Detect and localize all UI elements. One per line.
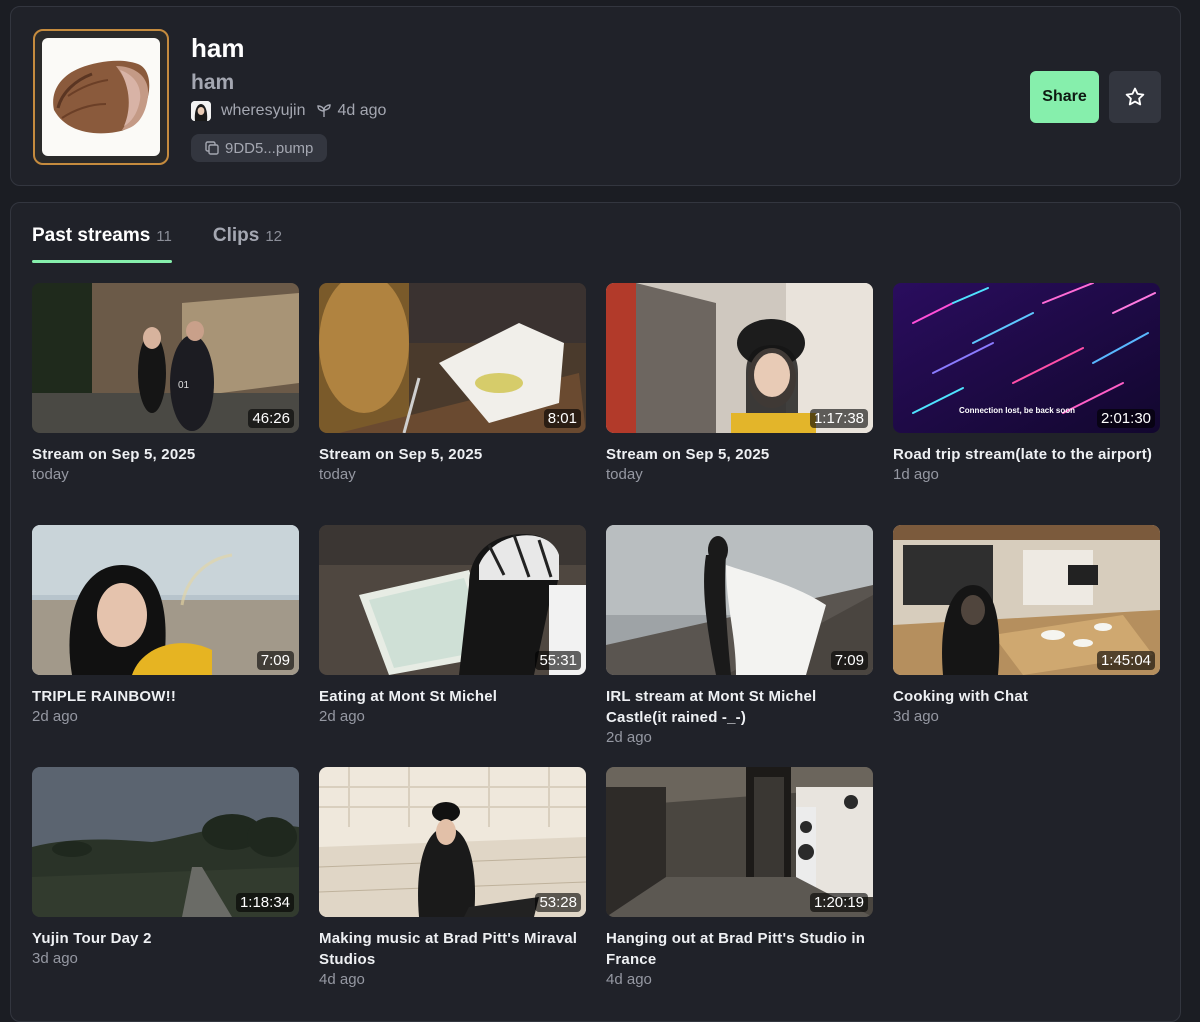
stream-title[interactable]: Making music at Brad Pitt's Miraval Stud…	[319, 928, 586, 970]
stream-card[interactable]: 53:28 Making music at Brad Pitt's Mirava…	[319, 767, 586, 990]
stream-duration: 1:18:34	[235, 893, 294, 912]
stream-title[interactable]: Hanging out at Brad Pitt's Studio in Fra…	[606, 928, 873, 970]
stream-thumbnail[interactable]: 1:17:38	[606, 283, 873, 433]
stream-thumbnail[interactable]: 1:18:34	[32, 767, 299, 917]
stream-thumbnail[interactable]: 1:20:19	[606, 767, 873, 917]
stream-card[interactable]: 1:17:38 Stream on Sep 5, 2025 today	[606, 283, 873, 485]
tab-past-streams[interactable]: Past streams 11	[32, 225, 172, 263]
stream-age: 2d ago	[606, 729, 652, 746]
stream-card[interactable]: 7:09 TRIPLE RAINBOW!! 2d ago	[32, 525, 299, 727]
token-ticker: ham	[191, 71, 235, 94]
stream-duration: 1:17:38	[809, 409, 868, 428]
stream-age: 2d ago	[32, 708, 78, 725]
token-name: ham	[191, 33, 245, 63]
stream-thumbnail[interactable]: 55:31	[319, 525, 586, 675]
stream-thumbnail[interactable]: Connection lost, be back soon 2:01:30	[893, 283, 1160, 433]
token-header-card: ham ham wheresyujin 4d ago 9DD5...pump S…	[10, 6, 1181, 186]
stream-age: today	[606, 466, 643, 483]
tab-count: 11	[156, 228, 172, 245]
stream-title[interactable]: Cooking with Chat	[893, 686, 1160, 707]
stream-duration: 8:01	[543, 409, 581, 428]
stream-title[interactable]: IRL stream at Mont St Michel Castle(it r…	[606, 686, 873, 728]
stream-duration: 7:09	[830, 651, 868, 670]
tab-label: Past streams	[32, 225, 151, 246]
stream-duration: 7:09	[256, 651, 294, 670]
stream-duration: 53:28	[535, 893, 581, 912]
streams-panel: Past streams 11 Clips 12 01 46:26 Stream…	[10, 202, 1181, 1022]
stream-title[interactable]: Road trip stream(late to the airport)	[893, 444, 1160, 465]
stream-age: today	[319, 466, 356, 483]
stream-card[interactable]: 01 46:26 Stream on Sep 5, 2025 today	[32, 283, 299, 485]
tab-label: Clips	[212, 225, 260, 246]
stream-age: 4d ago	[606, 971, 652, 988]
stream-age: 4d ago	[319, 971, 365, 988]
stream-title[interactable]: Yujin Tour Day 2	[32, 928, 299, 949]
stream-title[interactable]: Eating at Mont St Michel	[319, 686, 586, 707]
copy-icon	[205, 141, 219, 155]
stream-duration: 55:31	[535, 651, 581, 670]
tab-bar: Past streams 11 Clips 12	[32, 225, 323, 263]
star-icon	[1125, 87, 1145, 106]
stream-card[interactable]: 1:18:34 Yujin Tour Day 2 3d ago	[32, 767, 299, 969]
stream-card[interactable]: Connection lost, be back soon 2:01:30 Ro…	[893, 283, 1160, 485]
sprout-icon	[317, 104, 332, 118]
stream-title[interactable]: Stream on Sep 5, 2025	[606, 444, 873, 465]
stream-duration: 46:26	[248, 409, 294, 428]
tab-clips[interactable]: Clips 12	[213, 225, 282, 263]
stream-card[interactable]: 55:31 Eating at Mont St Michel 2d ago	[319, 525, 586, 727]
stream-title[interactable]: Stream on Sep 5, 2025	[319, 444, 586, 465]
stream-thumbnail[interactable]: 53:28	[319, 767, 586, 917]
stream-duration: 1:45:04	[1096, 651, 1155, 670]
token-address: 9DD5...pump	[225, 139, 314, 157]
token-image	[33, 29, 169, 165]
stream-age: 1d ago	[893, 466, 939, 483]
stream-title[interactable]: Stream on Sep 5, 2025	[32, 444, 299, 465]
token-meta: wheresyujin 4d ago	[191, 101, 386, 121]
stream-age: today	[32, 466, 69, 483]
tab-count: 12	[265, 228, 283, 245]
stream-thumbnail[interactable]: 7:09	[32, 525, 299, 675]
stream-duration: 2:01:30	[1096, 409, 1155, 428]
creator-name[interactable]: wheresyujin	[221, 102, 305, 120]
stream-card[interactable]: 8:01 Stream on Sep 5, 2025 today	[319, 283, 586, 485]
stream-thumbnail[interactable]: 01 46:26	[32, 283, 299, 433]
stream-title[interactable]: TRIPLE RAINBOW!!	[32, 686, 299, 707]
stream-card[interactable]: 1:45:04 Cooking with Chat 3d ago	[893, 525, 1160, 727]
stream-thumbnail[interactable]: 7:09	[606, 525, 873, 675]
stream-age: 2d ago	[319, 708, 365, 725]
ham-image	[53, 60, 150, 134]
share-button[interactable]: Share	[1030, 71, 1099, 123]
stream-age: 3d ago	[893, 708, 939, 725]
stream-thumbnail[interactable]: 8:01	[319, 283, 586, 433]
stream-overlay-text: Connection lost, be back soon	[959, 406, 1076, 415]
stream-thumbnail[interactable]: 1:45:04	[893, 525, 1160, 675]
stream-duration: 1:20:19	[809, 893, 868, 912]
stream-age: 3d ago	[32, 950, 78, 967]
favorite-button[interactable]	[1109, 71, 1161, 123]
svg-text:01: 01	[178, 380, 190, 391]
stream-card[interactable]: 7:09 IRL stream at Mont St Michel Castle…	[606, 525, 873, 748]
stream-card[interactable]: 1:20:19 Hanging out at Brad Pitt's Studi…	[606, 767, 873, 990]
creator-avatar[interactable]	[191, 101, 211, 121]
copy-address-button[interactable]: 9DD5...pump	[191, 134, 328, 162]
token-age: 4d ago	[337, 102, 387, 119]
